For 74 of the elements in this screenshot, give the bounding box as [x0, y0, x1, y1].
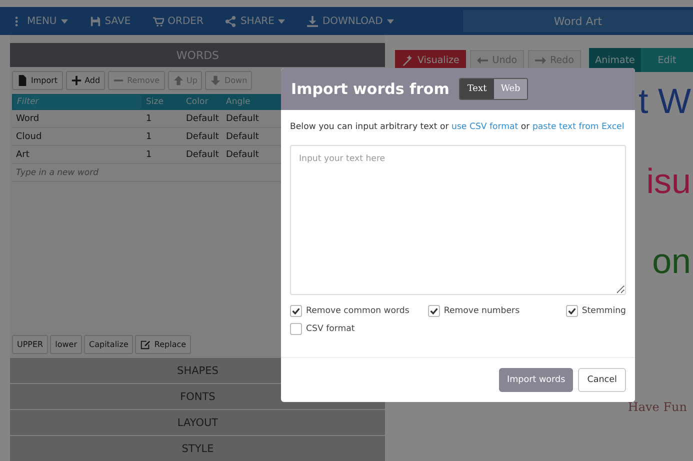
option-checkbox[interactable]: Remove common words: [290, 305, 428, 317]
case-button[interactable]: UPPER: [12, 335, 48, 354]
option-checkbox[interactable]: Stemming: [566, 305, 626, 317]
accordion-section[interactable]: LAYOUT: [10, 410, 386, 435]
edit-icon: [140, 339, 152, 350]
import-words-button[interactable]: Import words: [498, 368, 574, 392]
filter-field[interactable]: Filter: [13, 95, 141, 109]
column-header: Angle: [225, 97, 252, 107]
word-art-text: Have Fun: [628, 400, 687, 414]
accordion-section[interactable]: STYLE: [10, 436, 386, 461]
checkbox[interactable]: [566, 305, 578, 317]
share-icon: [225, 16, 236, 26]
dialog-description: Below you can input arbitrary text or use CSV format or paste text from Excel: [290, 121, 626, 134]
new-word-field[interactable]: Type in a new word: [12, 164, 218, 182]
table-cell-text: Default: [225, 150, 260, 160]
nav-menu-item[interactable]: DOWNLOAD: [307, 16, 394, 26]
csv-format-link[interactable]: use CSV format: [452, 122, 518, 132]
table-cell-text: Default: [185, 150, 220, 160]
toolbar-button[interactable]: Import: [12, 71, 63, 90]
column-header: Size: [145, 97, 164, 107]
option-label: Remove common words: [306, 306, 410, 316]
nav-menu-item[interactable]: SAVE: [90, 16, 131, 26]
word-art-text: on: [652, 242, 691, 282]
down-arrow-icon: [210, 75, 222, 86]
nav-menu-item[interactable]: SHARE: [225, 16, 286, 26]
nav-menu-item[interactable]: MENU: [12, 16, 68, 26]
save-icon: [90, 16, 101, 26]
panel-header[interactable]: WORDS: [10, 43, 386, 67]
word-art-text: isu: [646, 162, 691, 202]
table-cell-text: Default: [185, 114, 220, 124]
table-cell-text: 1: [145, 132, 153, 142]
checkmark-icon: [292, 307, 300, 315]
case-button[interactable]: lower: [50, 335, 82, 354]
document-title: Word Art: [463, 10, 693, 32]
document-icon: [17, 75, 28, 86]
option-label: Stemming: [582, 306, 626, 316]
word-art-text: t W: [638, 82, 691, 122]
checkbox[interactable]: [428, 305, 440, 317]
paste-excel-link[interactable]: paste text from Excel: [532, 122, 624, 132]
dialog-title: Import words from: [291, 80, 450, 98]
table-cell-text: Default: [185, 132, 220, 142]
wand-icon: [402, 54, 414, 66]
option-checkbox[interactable]: Remove numbers: [428, 305, 566, 317]
table-cell-text: 1: [145, 150, 153, 160]
cancel-button[interactable]: Cancel: [578, 368, 626, 392]
table-cell-text: Default: [225, 114, 260, 124]
checkbox[interactable]: [290, 323, 302, 335]
mode-tab[interactable]: Edit: [641, 48, 693, 72]
checkbox[interactable]: [290, 305, 302, 317]
checkmark-icon: [430, 307, 438, 315]
left-arrow-icon: [477, 54, 488, 66]
table-cell-text: Default: [225, 132, 260, 142]
table-cell-text: 1: [145, 114, 153, 124]
up-arrow-icon: [172, 75, 184, 86]
case-button[interactable]: Capitalize: [84, 335, 134, 354]
source-tab[interactable]: Web: [494, 79, 528, 99]
table-cell-text: Word: [15, 114, 40, 124]
toolbar-button[interactable]: Add: [66, 71, 106, 90]
cart-icon: [152, 16, 164, 26]
table-cell-text: Art: [15, 150, 30, 160]
download-icon: [307, 16, 318, 26]
option-label: Remove numbers: [444, 306, 520, 316]
checkmark-icon: [568, 307, 576, 315]
plus-icon: [70, 75, 82, 86]
option-label: CSV format: [306, 324, 355, 334]
option-checkbox[interactable]: CSV format: [290, 323, 428, 335]
column-header: Color: [185, 97, 210, 107]
nav-menu-item[interactable]: ORDER: [152, 16, 204, 26]
text-input-area[interactable]: Input your text here: [290, 145, 626, 295]
table-cell-text: Cloud: [15, 132, 43, 142]
right-arrow-icon: [535, 54, 546, 66]
case-button[interactable]: Replace: [135, 335, 192, 354]
source-tab[interactable]: Text: [460, 79, 494, 99]
visualize-button[interactable]: Visualize: [395, 50, 466, 70]
